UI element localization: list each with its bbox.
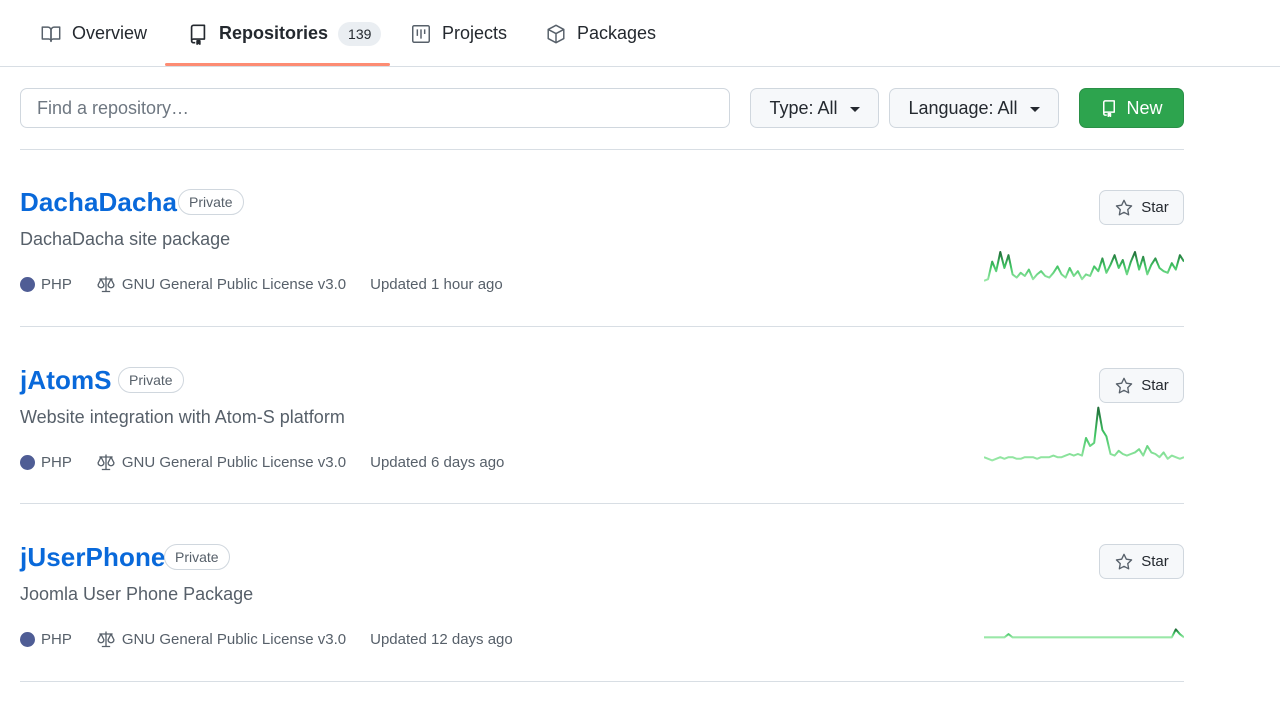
repo-name-link[interactable]: jAtomS [20, 364, 112, 396]
star-icon [1115, 377, 1133, 393]
language-color-dot [20, 276, 35, 292]
repo-name-link[interactable]: jUserPhone [20, 541, 166, 573]
star-icon [1115, 199, 1133, 215]
repo-list-item: jAtomS Private Website integration with … [20, 364, 1184, 541]
repo-license: GNU General Public License v3.0 [121, 453, 347, 471]
activity-sparkline [984, 251, 1184, 282]
star-icon [1115, 553, 1133, 569]
profile-tab-nav: Overview Repositories 139 Projects Packa… [0, 0, 1280, 67]
activity-sparkline [984, 628, 1184, 639]
repo-updated: Updated 1 hour ago [370, 275, 503, 293]
repo-meta: PHP GNU General Public License v3.0 Upda… [20, 452, 504, 472]
repo-name-link[interactable]: DachaDacha [20, 186, 177, 218]
find-repository-input[interactable] [20, 88, 730, 128]
visibility-badge: Private [164, 544, 230, 570]
active-tab-underline [165, 63, 390, 66]
tab-projects[interactable]: Projects [410, 0, 507, 67]
repo-meta: PHP GNU General Public License v3.0 Upda… [20, 274, 503, 294]
repo-license: GNU General Public License v3.0 [121, 630, 347, 648]
tab-packages[interactable]: Packages [545, 0, 656, 67]
caret-down-icon [1029, 106, 1040, 112]
star-button[interactable]: Star [1099, 368, 1184, 403]
sparkline-path [984, 628, 1184, 639]
language-color-dot [20, 454, 35, 470]
repositories-count-badge: 139 [338, 21, 382, 46]
star-label: Star [1141, 199, 1169, 216]
sparkline-path [984, 406, 1184, 462]
star-label: Star [1141, 377, 1169, 394]
list-divider [20, 503, 1184, 504]
repo-list-item: DachaDacha Private DachaDacha site packa… [20, 186, 1184, 363]
tab-overview[interactable]: Overview [40, 0, 147, 67]
repo-description: DachaDacha site package [20, 229, 231, 249]
star-button[interactable]: Star [1099, 190, 1184, 225]
new-button-label: New [1126, 97, 1163, 118]
repo-icon [187, 23, 209, 45]
tab-projects-label: Projects [442, 23, 508, 43]
caret-down-icon [849, 106, 860, 112]
tab-overview-label: Overview [72, 23, 148, 43]
list-divider [20, 149, 1184, 150]
tab-repositories-label: Repositories [219, 23, 329, 43]
list-divider [20, 681, 1184, 682]
law-icon [96, 629, 116, 649]
activity-sparkline [984, 406, 1184, 462]
sparkline-path [984, 251, 1184, 282]
repo-description: Joomla User Phone Package [20, 584, 254, 604]
visibility-badge: Private [118, 367, 184, 393]
project-icon [410, 23, 432, 45]
repo-description: Website integration with Atom-S platform [20, 407, 345, 427]
new-repository-button[interactable]: New [1079, 88, 1184, 128]
repo-icon [1103, 100, 1116, 117]
language-filter-select[interactable]: Language: All [889, 88, 1059, 128]
type-filter-label: Type: All [769, 97, 838, 118]
tab-packages-label: Packages [577, 23, 657, 43]
star-label: Star [1141, 553, 1169, 570]
repo-updated: Updated 12 days ago [370, 630, 513, 648]
package-icon [545, 23, 567, 45]
language-color-dot [20, 631, 35, 647]
type-filter-select[interactable]: Type: All [750, 88, 879, 128]
tab-repositories[interactable]: Repositories 139 [187, 0, 382, 67]
repo-language: PHP [41, 630, 72, 648]
repo-language: PHP [41, 275, 72, 293]
law-icon [96, 274, 116, 294]
star-button[interactable]: Star [1099, 544, 1184, 579]
repo-license: GNU General Public License v3.0 [121, 275, 347, 293]
repo-meta: PHP GNU General Public License v3.0 Upda… [20, 629, 513, 649]
book-icon [40, 23, 62, 45]
list-divider [20, 326, 1184, 327]
visibility-badge: Private [178, 189, 244, 215]
repo-updated: Updated 6 days ago [370, 453, 505, 471]
repo-language: PHP [41, 453, 72, 471]
language-filter-label: Language: All [908, 97, 1018, 118]
law-icon [96, 452, 116, 472]
